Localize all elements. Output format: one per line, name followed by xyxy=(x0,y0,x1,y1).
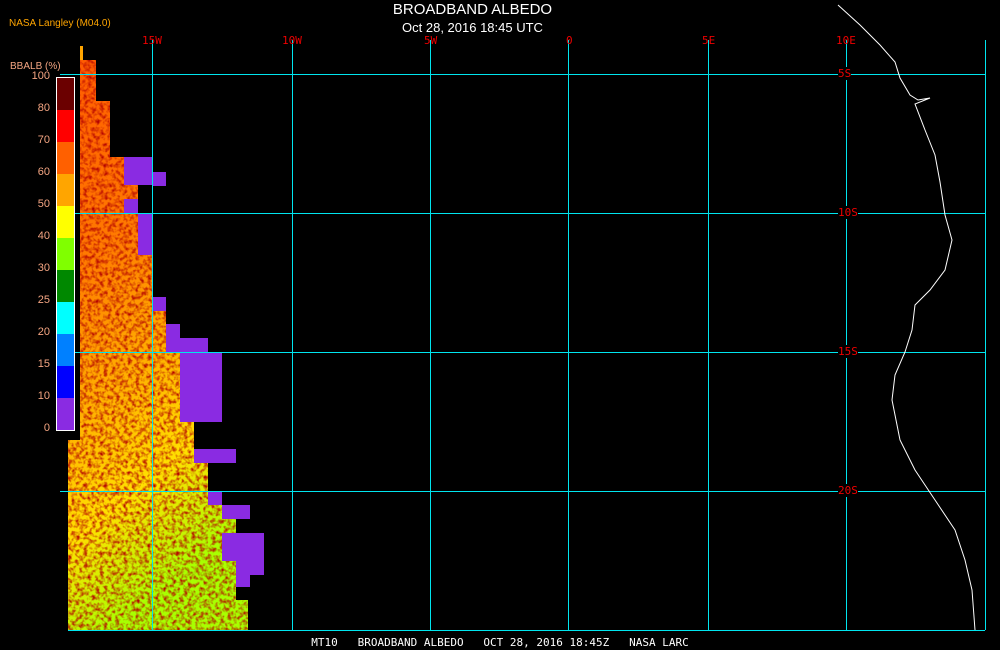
no-data-block xyxy=(208,491,222,505)
data-edge-marker xyxy=(80,46,83,60)
longitude-label: 5E xyxy=(702,34,716,47)
no-data-block xyxy=(236,575,250,587)
legend-swatch xyxy=(57,174,74,206)
legend-label: 40 xyxy=(37,230,50,242)
legend-swatch xyxy=(57,366,74,398)
no-data-block xyxy=(236,561,264,575)
legend-label: 0 xyxy=(43,422,50,434)
no-data-block xyxy=(152,297,166,311)
legend-swatch xyxy=(57,270,74,302)
latitude-label: 10S xyxy=(838,206,858,219)
map-title: BROADBAND ALBEDO xyxy=(392,1,553,18)
no-data-block xyxy=(222,505,250,519)
legend-label: 50 xyxy=(37,198,50,210)
organization-label: NASA Langley (M04.0) xyxy=(9,18,111,29)
legend-swatch xyxy=(57,398,74,430)
longitude-label: 5W xyxy=(424,34,438,47)
latitude-label: 20S xyxy=(838,484,858,497)
color-legend-bar xyxy=(56,77,75,431)
legend-swatch xyxy=(57,142,74,174)
no-data-block xyxy=(180,352,222,422)
map-canvas xyxy=(60,4,986,631)
latitude-label: 5S xyxy=(838,67,852,80)
legend-label: 25 xyxy=(37,294,50,306)
longitude-label: 10E xyxy=(836,34,856,47)
footer-caption: MT10 BROADBAND ALBEDO OCT 28, 2016 18:45… xyxy=(311,636,689,649)
satellite-map: BROADBAND ALBEDO Oct 28, 2016 18:45 UTC … xyxy=(0,0,1000,650)
latitude-label: 15S xyxy=(838,345,858,358)
no-data-block xyxy=(166,324,180,338)
no-data-block xyxy=(166,338,208,352)
legend-label: 100 xyxy=(31,70,50,82)
coastline xyxy=(837,4,976,631)
no-data-block xyxy=(194,449,236,463)
legend-label: 70 xyxy=(37,134,50,146)
legend-label: 80 xyxy=(37,102,50,114)
no-data-block xyxy=(124,157,152,185)
legend-swatch xyxy=(57,206,74,238)
map-timestamp: Oct 28, 2016 18:45 UTC xyxy=(402,20,543,35)
no-data-block xyxy=(138,213,152,255)
legend-label: 30 xyxy=(37,262,50,274)
legend-label: 10 xyxy=(37,390,50,402)
legend-swatch xyxy=(57,110,74,142)
longitude-label: 10W xyxy=(282,34,302,47)
no-data-block xyxy=(124,199,138,213)
no-data-block xyxy=(152,172,166,186)
legend-label: 20 xyxy=(37,326,50,338)
no-data-block xyxy=(222,533,264,561)
legend-label: 15 xyxy=(37,358,50,370)
longitude-label: 15W xyxy=(142,34,162,47)
longitude-label: 0 xyxy=(566,34,573,47)
legend-label: 60 xyxy=(37,166,50,178)
albedo-texture xyxy=(68,60,248,630)
legend-swatch xyxy=(57,334,74,366)
legend-swatch xyxy=(57,302,74,334)
legend-swatch xyxy=(57,78,74,110)
legend-swatch xyxy=(57,238,74,270)
